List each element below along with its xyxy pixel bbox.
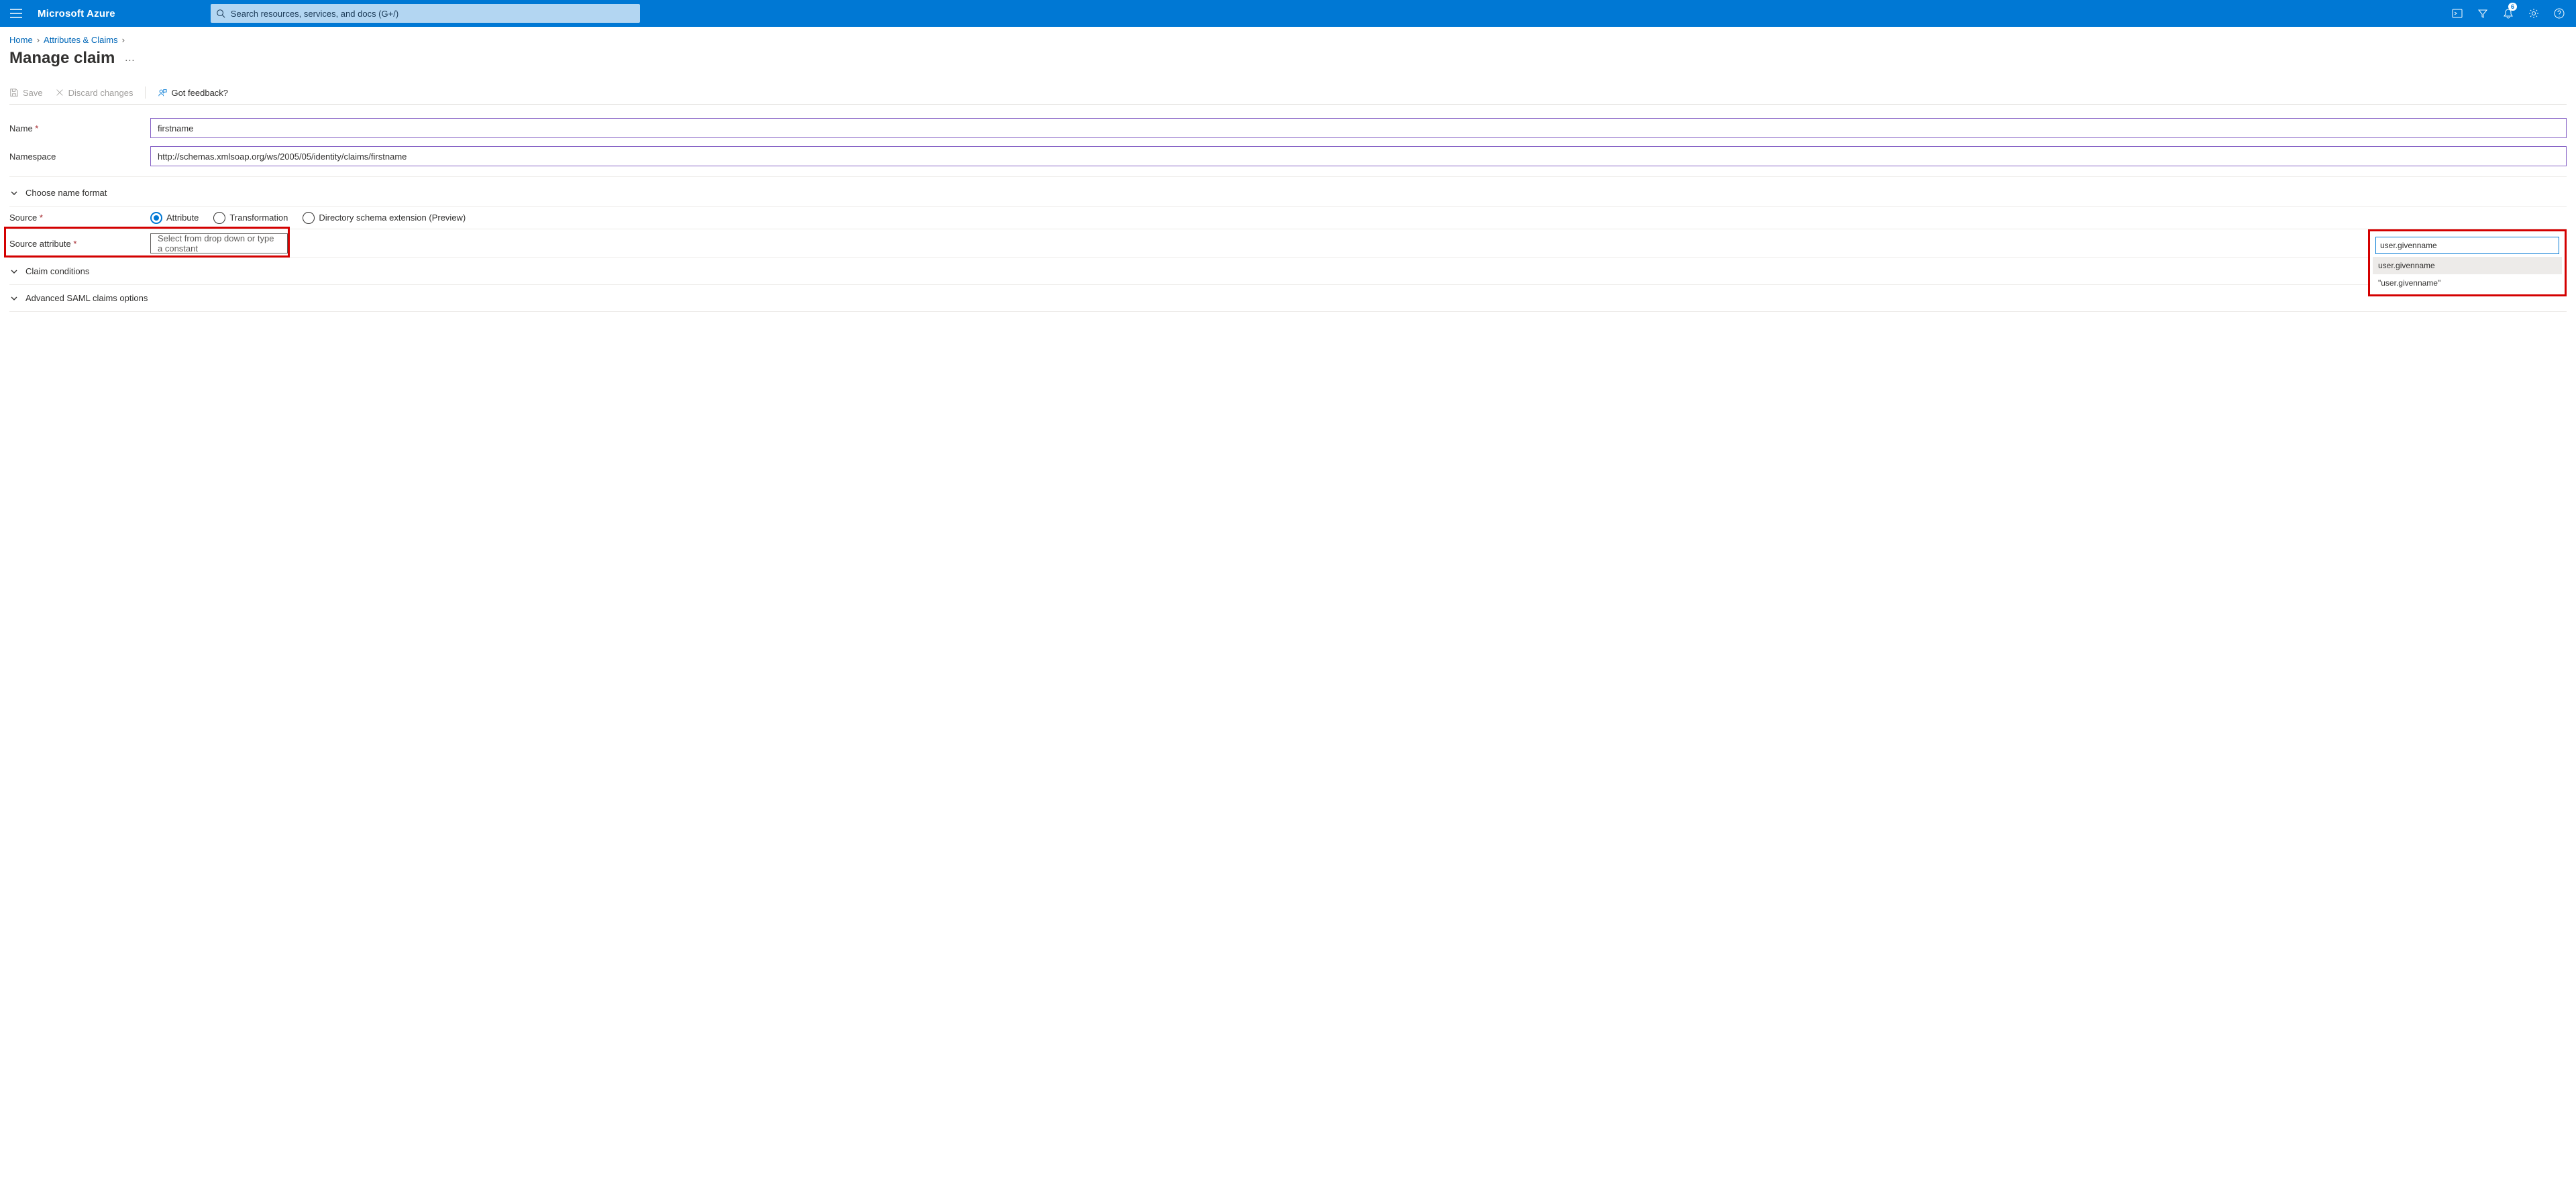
feedback-button[interactable]: Got feedback? [158,88,228,98]
choose-name-format-label: Choose name format [25,188,107,198]
filter-icon [2477,8,2488,19]
toolbar-divider [145,87,146,99]
top-bar: Microsoft Azure Search resources, servic… [0,0,2576,27]
cloud-shell-button[interactable] [2446,0,2469,27]
source-attribute-select[interactable]: Select from drop down or type a constant [150,233,288,253]
global-search[interactable]: Search resources, services, and docs (G+… [211,4,640,23]
claim-conditions-expander[interactable]: Claim conditions [9,258,2567,285]
feedback-label: Got feedback? [171,88,228,98]
advanced-saml-expander[interactable]: Advanced SAML claims options [9,285,2567,312]
dropdown-option[interactable]: "user.givenname" [2373,274,2562,292]
more-actions-button[interactable]: … [124,52,135,64]
person-feedback-icon [158,88,167,97]
save-button[interactable]: Save [9,88,43,98]
top-right-icons: 6 [2446,0,2571,27]
claim-conditions-label: Claim conditions [25,266,89,276]
advanced-saml-label: Advanced SAML claims options [25,293,148,303]
command-bar: Save Discard changes Got feedback? [9,87,2567,105]
help-icon [2554,8,2565,19]
dropdown-filter-value: user.givenname [2380,241,2437,250]
radio-directory-label: Directory schema extension (Preview) [319,213,466,223]
radio-icon [213,212,225,224]
filter-button[interactable] [2471,0,2494,27]
close-icon [55,88,64,97]
radio-selected-icon [150,212,162,224]
notifications-button[interactable]: 6 [2497,0,2520,27]
dropdown-option[interactable]: user.givenname [2373,257,2562,274]
chevron-down-icon [9,188,19,198]
radio-transformation-label: Transformation [229,213,288,223]
source-radio-transformation[interactable]: Transformation [213,212,288,224]
breadcrumb-home[interactable]: Home [9,35,33,45]
notification-badge: 6 [2508,3,2517,11]
source-label: Source [9,213,150,223]
save-label: Save [23,88,43,98]
search-icon [216,9,225,18]
namespace-input[interactable] [150,146,2567,166]
breadcrumb-sep: › [37,35,40,45]
source-radio-attribute[interactable]: Attribute [150,212,199,224]
page-title: Manage claim [9,49,115,68]
choose-name-format-expander[interactable]: Choose name format [9,180,2567,207]
breadcrumb-attributes-claims[interactable]: Attributes & Claims [44,35,118,45]
radio-icon [303,212,315,224]
hamburger-menu[interactable] [5,9,27,18]
namespace-label: Namespace [9,152,150,162]
source-radio-directory[interactable]: Directory schema extension (Preview) [303,212,466,224]
source-attribute-label: Source attribute [9,239,150,249]
breadcrumb-sep: › [122,35,125,45]
brand-label[interactable]: Microsoft Azure [32,8,125,19]
source-attribute-dropdown: user.givenname user.givenname "user.give… [2368,229,2567,296]
help-button[interactable] [2548,0,2571,27]
breadcrumb: Home › Attributes & Claims › [9,35,2567,45]
radio-attribute-label: Attribute [166,213,199,223]
source-attribute-placeholder: Select from drop down or type a constant [158,233,280,253]
name-input[interactable] [150,118,2567,138]
search-placeholder: Search resources, services, and docs (G+… [231,9,398,19]
name-label: Name [9,123,150,133]
settings-button[interactable] [2522,0,2545,27]
chevron-down-icon [9,267,19,276]
hamburger-icon [10,9,22,18]
gear-icon [2528,8,2539,19]
discard-label: Discard changes [68,88,133,98]
cloud-shell-icon [2452,8,2463,19]
dropdown-filter-input[interactable]: user.givenname [2375,237,2559,254]
save-icon [9,88,19,97]
discard-button[interactable]: Discard changes [55,88,133,98]
chevron-down-icon [9,294,19,303]
